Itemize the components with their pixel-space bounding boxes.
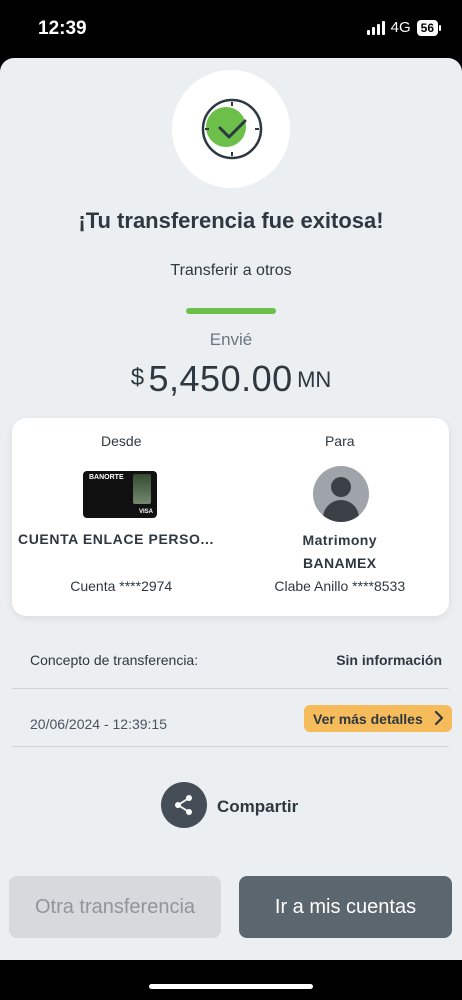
from-column: Desde BANORTE VISA CUENTA ENLACE PERSO..… [12, 418, 231, 616]
home-indicator [149, 984, 313, 989]
avatar [312, 466, 369, 522]
signal-icon [366, 20, 385, 35]
recipient-clabe: Clabe Anillo ****8533 [274, 578, 406, 594]
go-to-accounts-button[interactable]: Ir a mis cuentas [239, 876, 452, 938]
to-column: Para Matrimony BANAMEX Clabe Anillo ****… [231, 418, 450, 616]
more-details-label: Ver más detalles [313, 710, 423, 727]
battery-icon: 56 [416, 19, 442, 36]
recipient-name: Matrimony [302, 532, 377, 548]
status-time: 12:39 [38, 18, 87, 39]
success-badge [172, 70, 290, 188]
share-label[interactable]: Compartir [217, 797, 298, 817]
sent-label: Envié [209, 330, 253, 349]
transfer-receipt-sheet: ¡Tu transferencia fue exitosa! Transferi… [0, 58, 462, 960]
from-account-name: CUENTA ENLACE PERSO... [18, 531, 214, 547]
recipient-bank: BANAMEX [302, 555, 377, 571]
check-clock-icon [201, 98, 263, 160]
divider [12, 688, 449, 689]
currency-symbol: $ [130, 364, 145, 391]
divider [12, 746, 449, 747]
card-artwork [133, 474, 151, 504]
share-button[interactable] [161, 782, 207, 828]
chevron-right-icon [434, 710, 444, 726]
transfer-amount: $ 5,450.00 MN [0, 358, 462, 400]
amount-value: 5,450.00 [148, 358, 293, 399]
currency-code: MN [297, 367, 332, 392]
more-details-button[interactable]: Ver más detalles [304, 705, 452, 732]
transfer-date: 20/06/2024 - 12:39:15 [30, 716, 168, 732]
bank-card-image: BANORTE VISA [83, 471, 157, 518]
share-icon [175, 795, 192, 815]
concept-value: Sin información [336, 652, 442, 668]
accent-divider [186, 308, 276, 314]
transfer-parties-card: Desde BANORTE VISA CUENTA ENLACE PERSO..… [12, 418, 449, 616]
from-account-number: Cuenta ****2974 [70, 578, 173, 594]
network-type: 4G [390, 19, 411, 36]
card-brand: BANORTE [89, 474, 124, 481]
success-title: ¡Tu transferencia fue exitosa! [78, 208, 384, 233]
concept-label: Concepto de transferencia: [30, 652, 199, 668]
transfer-type: Transferir a otros [170, 262, 292, 279]
status-indicators: 4G 56 [366, 19, 442, 36]
other-transfer-button[interactable]: Otra transferencia [9, 876, 221, 938]
from-label: Desde [101, 433, 142, 449]
to-label: Para [324, 433, 355, 449]
status-bar: 12:39 4G 56 [0, 0, 462, 58]
card-network: VISA [138, 509, 153, 515]
